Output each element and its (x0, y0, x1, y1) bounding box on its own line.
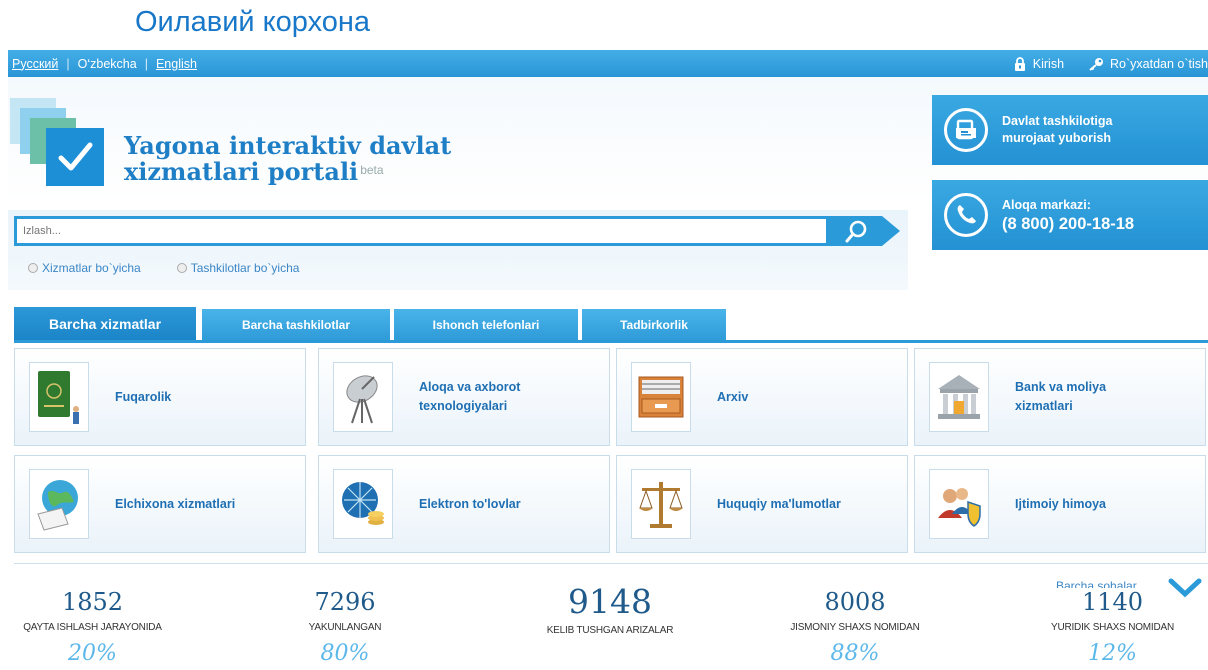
scales-icon (631, 469, 691, 539)
stat-legal-entity: 1140 YURIDIK SHAXS NOMIDAN 12% (1030, 588, 1195, 666)
page-caption: Оилавий корхона (135, 6, 371, 38)
satellite-dish-icon (333, 362, 393, 432)
portal-title-line1: Yagona interaktiv davlat (124, 131, 452, 160)
separator: | (144, 56, 148, 71)
search-scope-options: Xizmatlar bo`yicha Tashkilotlar bo`yicha (28, 261, 299, 275)
category-label: Fuqarolik (115, 389, 172, 404)
category-card-arxiv[interactable]: Arxiv (616, 348, 908, 446)
register-label: Ro`yxatdan o`tish (1110, 56, 1208, 71)
auth-links: Kirish Ro`yxatdan o`tish (1013, 50, 1208, 77)
top-bar: Русский | O‘zbekcha | English Kirish Ro`… (8, 50, 1208, 77)
stat-received: 9148 KELIB TUSHGAN ARIZALAR (510, 582, 710, 636)
category-label: Ijtimoiy himoya (1015, 496, 1106, 511)
all-sectors-link[interactable]: Barcha sohalar (1056, 579, 1137, 588)
contact-phone: (8 800) 200-18-18 (1002, 215, 1135, 233)
stat-completed: 7296 YAKUNLANGAN 80% (265, 588, 425, 666)
appeal-line2: murojaat yuborish (1002, 131, 1112, 145)
language-switcher: Русский | O‘zbekcha | English (8, 57, 197, 71)
login-label: Kirish (1032, 56, 1065, 71)
stat-value: 8008 (824, 588, 886, 616)
passport-icon (29, 362, 89, 432)
stat-label: KELIB TUSHGAN ARIZALAR (546, 625, 674, 636)
portal-title: Yagona interaktiv davlat xizmatlari port… (124, 133, 451, 185)
category-card-elektron[interactable]: Elektron to'lovlar (318, 455, 610, 553)
people-shield-icon (929, 469, 989, 539)
beta-badge: beta (360, 163, 384, 177)
checkmark-icon (46, 128, 104, 186)
document-edit-icon (944, 108, 988, 152)
category-label: Aloqa va axborot (419, 380, 521, 394)
category-card-fuqarolik[interactable]: Fuqarolik (14, 348, 306, 446)
stat-percent: 20% (68, 641, 117, 666)
divider (14, 563, 1208, 564)
category-label: Elchixona xizmatlari (115, 496, 236, 511)
separator: | (66, 56, 70, 71)
category-card-huquqiy[interactable]: Huquqiy ma'lumotlar (616, 455, 908, 553)
portal-title-line2: xizmatlari portali (124, 157, 359, 186)
tab-bar: Barcha xizmatlar Barcha tashkilotlar Ish… (14, 307, 1208, 343)
stat-value: 1852 (61, 588, 124, 616)
appeal-line1: Davlat tashkilotiga (1002, 114, 1113, 128)
radio-circle (176, 263, 187, 273)
search-bar (14, 216, 900, 246)
stat-individual: 8008 JISMONIY SHAXS NOMIDAN 88% (760, 588, 950, 666)
category-label: Elektron to'lovlar (419, 496, 521, 511)
category-label: Bank va moliya (1015, 380, 1107, 394)
send-appeal-button[interactable]: Davlat tashkilotiga murojaat yuborish (932, 95, 1208, 165)
lang-uzbek-current[interactable]: O‘zbekcha (78, 57, 137, 71)
stat-percent: 88% (830, 641, 880, 666)
stat-value: 1140 (1081, 588, 1144, 616)
stat-value: 7296 (314, 588, 376, 616)
radio-services[interactable]: Xizmatlar bo`yicha (28, 261, 141, 275)
search-button[interactable] (826, 216, 900, 246)
register-link[interactable]: Ro`yxatdan o`tish (1088, 57, 1208, 71)
stat-label: YURIDIK SHAXS NOMIDAN (1050, 622, 1175, 633)
stat-label: QAYTA ISHLASH JARAYONIDA (23, 622, 162, 633)
key-icon (1088, 57, 1104, 71)
archive-drawer-icon (631, 362, 691, 432)
lang-english-link[interactable]: English (156, 57, 197, 71)
category-card-ijtimoiy[interactable]: Ijtimoiy himoya (914, 455, 1206, 553)
stat-label: YAKUNLANGAN (308, 622, 382, 633)
login-link[interactable]: Kirish (1013, 57, 1064, 71)
tab-entrepreneurship[interactable]: Tadbirkorlik (582, 309, 726, 340)
radio-circle (28, 263, 38, 273)
category-label-2: xizmatlari (1015, 399, 1073, 413)
lock-icon (1013, 56, 1027, 71)
radio-organizations[interactable]: Tashkilotlar bo`yicha (176, 261, 300, 275)
contact-center-button[interactable]: Aloqa markazi: (8 800) 200-18-18 (932, 180, 1208, 250)
tab-all-services[interactable]: Barcha xizmatlar (14, 307, 196, 341)
category-card-bank[interactable]: Bank va moliya xizmatlari (914, 348, 1206, 446)
portal-logo[interactable] (10, 98, 110, 188)
globe-document-icon (29, 469, 89, 539)
bank-building-icon (929, 362, 989, 432)
stat-percent: 12% (1088, 641, 1137, 666)
stat-percent: 80% (320, 641, 370, 666)
tab-underline (14, 340, 1208, 343)
stat-value: 9148 (568, 582, 652, 621)
search-input[interactable] (14, 216, 828, 246)
phone-icon (944, 193, 988, 237)
contact-label: Aloqa markazi: (1002, 198, 1091, 212)
lang-russian-link[interactable]: Русский (12, 57, 58, 71)
category-card-aloqa[interactable]: Aloqa va axborot texnologiyalari (318, 348, 610, 446)
tab-all-organizations[interactable]: Barcha tashkilotlar (202, 309, 390, 340)
network-globe-coins-icon (333, 469, 393, 539)
radio-organizations-label: Tashkilotlar bo`yicha (190, 261, 300, 275)
category-label: Huquqiy ma'lumotlar (717, 496, 841, 511)
tab-trust-phones[interactable]: Ishonch telefonlari (394, 309, 578, 340)
stat-processing: 1852 QAYTA ISHLASH JARAYONIDA 20% (0, 588, 185, 666)
radio-services-label: Xizmatlar bo`yicha (42, 261, 141, 275)
category-label-2: texnologiyalari (419, 399, 508, 413)
category-card-elchixona[interactable]: Elchixona xizmatlari (14, 455, 306, 553)
category-label: Arxiv (717, 389, 749, 404)
stat-label: JISMONIY SHAXS NOMIDAN (790, 622, 920, 633)
